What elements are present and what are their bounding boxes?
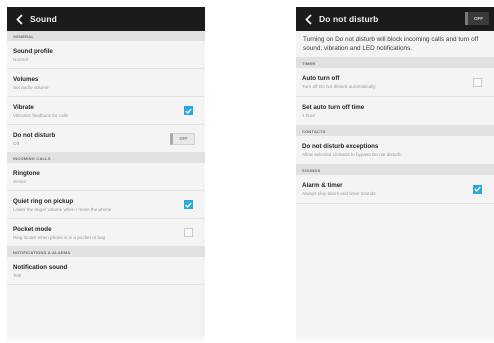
section-header-sounds: Sounds bbox=[296, 165, 494, 176]
section-header-notifications: Notifications & alarms bbox=[7, 247, 205, 257]
sound-settings-screen: Sound General Sound profile Normal Volum… bbox=[7, 7, 205, 343]
item-title: Vibrate bbox=[13, 103, 34, 111]
alarm-timer-item[interactable]: Alarm & timer Always play alarm and time… bbox=[296, 175, 494, 205]
pocket-mode-checkbox[interactable] bbox=[184, 228, 193, 237]
page-title: Sound bbox=[30, 14, 57, 24]
item-subtitle: Turn off Do not disturb automatically bbox=[302, 84, 376, 90]
do-not-disturb-switch[interactable]: OFF bbox=[170, 132, 195, 145]
quiet-ring-item[interactable]: Quiet ring on pickup Lower the ringer vo… bbox=[7, 191, 205, 219]
item-title: Volumes bbox=[13, 75, 39, 83]
item-subtitle: Ring louder when phone is in a pocket or… bbox=[13, 234, 106, 240]
item-title: Pocket mode bbox=[13, 225, 52, 233]
set-auto-turn-off-time-item[interactable]: Set auto turn off time 1 hour bbox=[296, 97, 494, 127]
volumes-item[interactable]: Volumes Set audio volume bbox=[7, 69, 205, 97]
bottom-fade bbox=[296, 335, 494, 343]
item-subtitle: Lower the ringer volume when I move the … bbox=[13, 206, 112, 212]
page-title: Do not disturb bbox=[319, 14, 379, 24]
checkmark-icon bbox=[185, 108, 192, 114]
sound-title-bar: Sound bbox=[7, 7, 205, 31]
checkmark-icon bbox=[185, 202, 192, 208]
dnd-description: Turning on Do not disturb will block inc… bbox=[296, 31, 494, 59]
section-header-general: General bbox=[7, 31, 205, 41]
section-header-timer: Timer bbox=[296, 58, 494, 69]
dnd-exceptions-item[interactable]: Do not disturb exceptions Allow selected… bbox=[296, 136, 494, 166]
vibrate-checkbox[interactable] bbox=[184, 106, 193, 115]
auto-turn-off-checkbox[interactable] bbox=[473, 77, 482, 87]
sound-profile-item[interactable]: Sound profile Normal bbox=[7, 41, 205, 69]
vibrate-item[interactable]: Vibrate Vibration feedback for calls bbox=[7, 97, 205, 125]
pocket-mode-item[interactable]: Pocket mode Ring louder when phone is in… bbox=[7, 219, 205, 247]
item-title: Ringtone bbox=[13, 169, 40, 177]
item-subtitle: Allow selected contacts to bypass Do not… bbox=[302, 152, 401, 158]
item-subtitle: Tesl bbox=[13, 272, 22, 278]
chevron-left-icon[interactable] bbox=[302, 12, 314, 26]
item-subtitle: Always play alarm and timer sounds bbox=[302, 191, 376, 197]
quiet-ring-checkbox[interactable] bbox=[184, 200, 193, 209]
section-header-incoming-calls: Incoming calls bbox=[7, 153, 205, 163]
bottom-fade bbox=[7, 335, 205, 343]
item-title: Alarm & timer bbox=[302, 182, 343, 190]
do-not-disturb-screen: Do not disturb OFF Turning on Do not dis… bbox=[296, 7, 494, 343]
dnd-title-bar: Do not disturb OFF bbox=[296, 7, 494, 31]
section-header-contacts: Contacts bbox=[296, 126, 494, 137]
item-title: Do not disturb exceptions bbox=[302, 143, 379, 151]
ringtone-item[interactable]: Ringtone Sense bbox=[7, 163, 205, 191]
checkmark-icon bbox=[474, 186, 481, 193]
item-subtitle: 1 hour bbox=[302, 113, 316, 119]
item-title: Sound profile bbox=[13, 47, 53, 55]
item-title: Notification sound bbox=[13, 263, 68, 271]
item-title: Set auto turn off time bbox=[302, 104, 365, 112]
item-title: Auto turn off bbox=[302, 75, 340, 83]
item-subtitle: Sense bbox=[13, 178, 27, 184]
notification-sound-item[interactable]: Notification sound Tesl bbox=[7, 257, 205, 285]
auto-turn-off-item[interactable]: Auto turn off Turn off Do not disturb au… bbox=[296, 68, 494, 98]
item-subtitle: Normal bbox=[13, 56, 28, 62]
item-subtitle: Set audio volume bbox=[13, 84, 49, 90]
do-not-disturb-item[interactable]: Do not disturb Off OFF bbox=[7, 125, 205, 153]
dnd-master-switch[interactable]: OFF bbox=[465, 12, 489, 25]
alarm-timer-checkbox[interactable] bbox=[473, 184, 482, 194]
chevron-left-icon[interactable] bbox=[13, 12, 25, 26]
item-title: Quiet ring on pickup bbox=[13, 197, 74, 205]
item-subtitle: Vibration feedback for calls bbox=[13, 112, 69, 118]
